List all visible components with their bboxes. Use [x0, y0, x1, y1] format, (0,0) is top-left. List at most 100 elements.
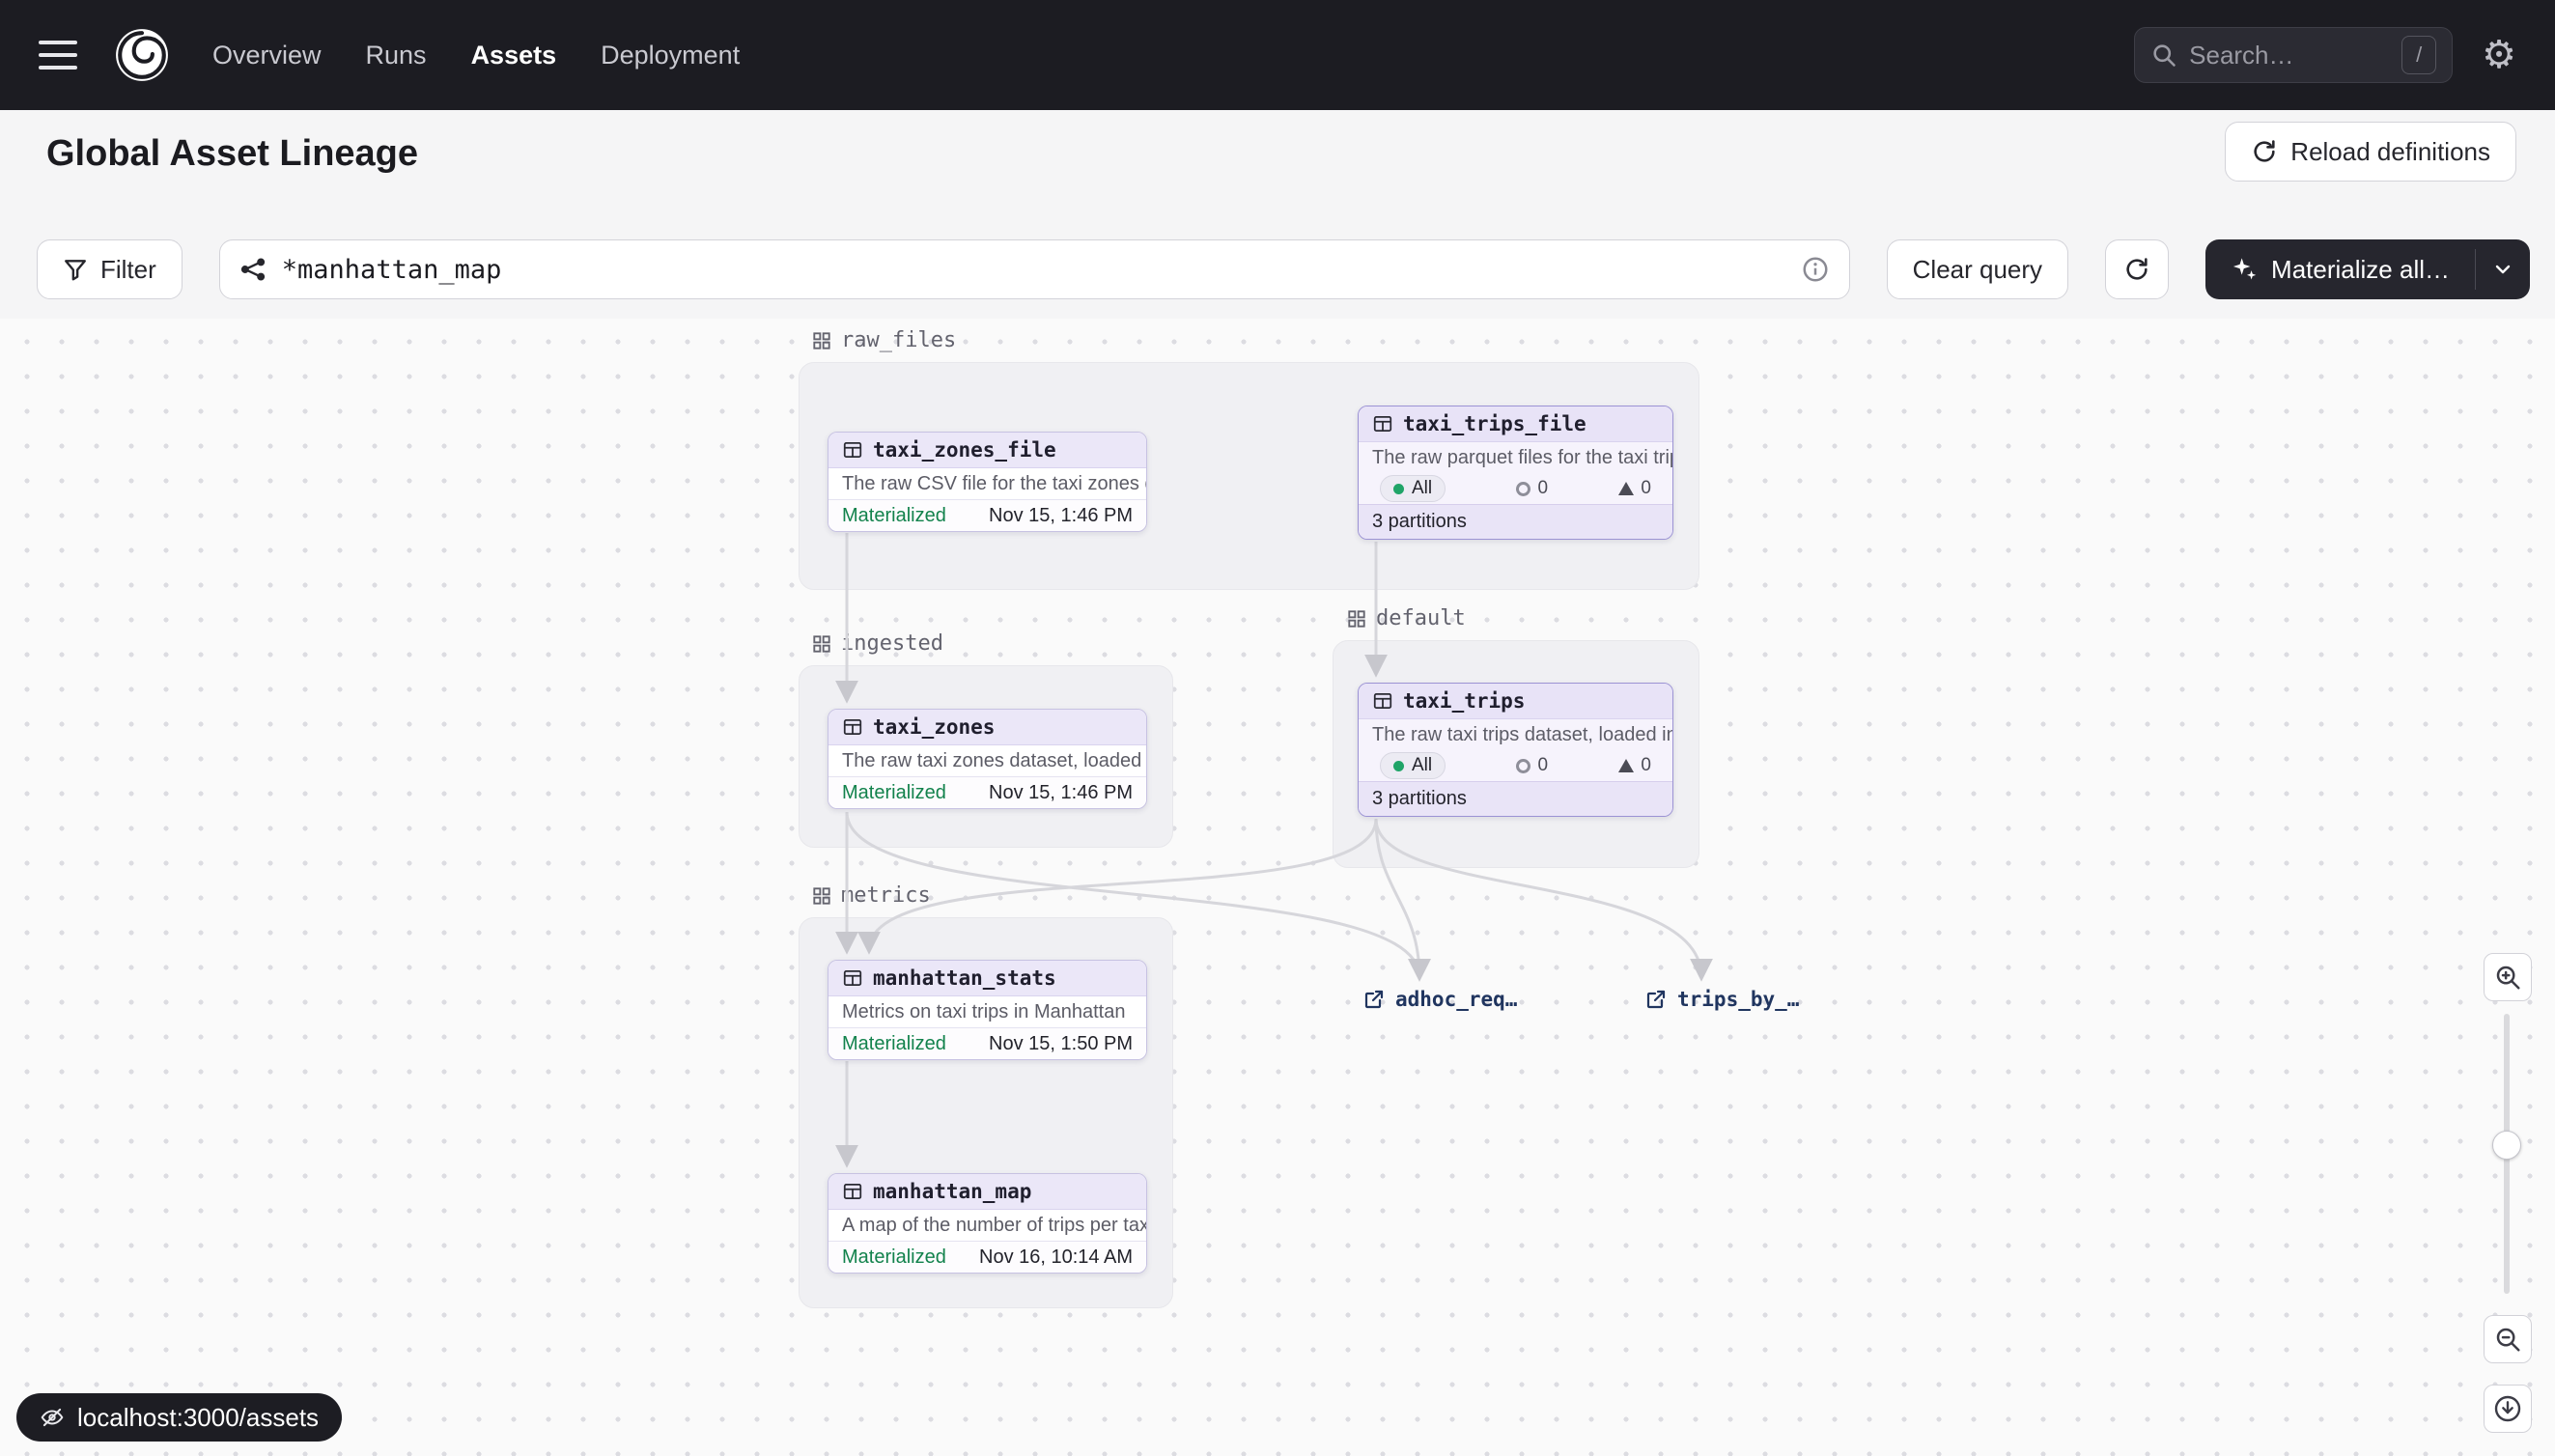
group-name: ingested — [841, 631, 943, 656]
settings-gear-icon[interactable]: ⚙ — [2482, 36, 2516, 74]
asset-description: The raw taxi zones dataset, loaded int… — [828, 745, 1146, 776]
nav-item-assets[interactable]: Assets — [471, 41, 557, 70]
clear-query-button[interactable]: Clear query — [1887, 239, 2068, 299]
asset-group-icon — [811, 633, 832, 655]
materialized-status: Materialized — [842, 782, 946, 804]
lineage-canvas[interactable]: raw_files ingested default metrics — [0, 319, 2555, 1456]
refresh-button[interactable] — [2105, 239, 2169, 299]
asset-name: taxi_zones — [873, 715, 995, 739]
materialized-timestamp: Nov 16, 10:14 AM — [979, 1246, 1133, 1269]
partitions-count-footer: 3 partitions — [1359, 504, 1672, 539]
asset-node-header: taxi_trips — [1359, 684, 1672, 719]
partition-failed-count: 0 — [1618, 478, 1651, 499]
partition-failed-icon — [1618, 482, 1634, 495]
partition-health-row: All 0 0 — [1359, 750, 1672, 781]
reload-definitions-button[interactable]: Reload definitions — [2225, 122, 2516, 182]
dagster-logo[interactable] — [114, 27, 170, 83]
group-label-metrics[interactable]: metrics — [811, 883, 931, 908]
asset-footer: Materialized Nov 15, 1:50 PM — [828, 1027, 1146, 1059]
group-name: metrics — [841, 883, 931, 908]
nav-item-runs[interactable]: Runs — [366, 41, 427, 70]
materialized-status: Materialized — [842, 1033, 946, 1055]
partition-all-label: All — [1412, 755, 1432, 776]
group-name: default — [1376, 606, 1466, 630]
asset-group-icon — [811, 330, 832, 351]
materialize-all-button[interactable]: Materialize all… — [2205, 239, 2475, 299]
info-icon[interactable] — [1801, 255, 1830, 284]
asset-node-manhattan-stats[interactable]: manhattan_stats Metrics on taxi trips in… — [828, 960, 1147, 1060]
zoom-in-button[interactable] — [2484, 953, 2532, 1001]
asset-node-header: manhattan_stats — [828, 961, 1146, 996]
materialized-timestamp: Nov 15, 1:50 PM — [989, 1033, 1133, 1055]
partition-failed-count: 0 — [1618, 755, 1651, 776]
asset-description: The raw taxi trips dataset, loaded into … — [1359, 719, 1672, 750]
asset-footer: Materialized Nov 15, 1:46 PM — [828, 776, 1146, 808]
materialized-status: Materialized — [842, 505, 946, 527]
asset-description: The raw CSV file for the taxi zones dat… — [828, 468, 1146, 499]
menu-icon[interactable] — [39, 41, 77, 70]
materialized-status: Materialized — [842, 1246, 946, 1269]
partition-missing-icon — [1516, 482, 1530, 496]
partition-all-label: All — [1412, 478, 1432, 499]
group-label-raw-files[interactable]: raw_files — [811, 328, 956, 352]
asset-node-taxi-trips[interactable]: taxi_trips The raw taxi trips dataset, l… — [1358, 683, 1673, 817]
asset-node-taxi-trips-file[interactable]: taxi_trips_file The raw parquet files fo… — [1358, 406, 1673, 540]
asset-description: Metrics on taxi trips in Manhattan — [828, 996, 1146, 1027]
page-title: Global Asset Lineage — [46, 133, 418, 175]
asset-name: taxi_zones_file — [873, 438, 1056, 462]
asset-group-icon — [811, 885, 832, 907]
external-asset-adhoc-request[interactable]: adhoc_req… — [1362, 983, 1517, 1016]
asset-node-header: taxi_trips_file — [1359, 406, 1672, 442]
filter-button-label: Filter — [100, 255, 156, 285]
group-label-ingested[interactable]: ingested — [811, 631, 943, 656]
partition-missing-count: 0 — [1516, 478, 1548, 499]
export-view-button[interactable] — [2484, 1385, 2532, 1433]
group-label-default[interactable]: default — [1346, 606, 1466, 630]
search-shortcut-key: / — [2401, 36, 2436, 74]
eye-slash-icon — [40, 1405, 65, 1430]
table-icon — [842, 1181, 863, 1202]
browser-status-url: localhost:3000/assets — [16, 1393, 342, 1442]
nav-item-deployment[interactable]: Deployment — [601, 41, 740, 70]
download-icon — [2492, 1393, 2523, 1424]
sparkle-icon — [2231, 256, 2258, 283]
asset-node-taxi-zones-file[interactable]: taxi_zones_file The raw CSV file for the… — [828, 432, 1147, 532]
global-search[interactable]: / — [2134, 27, 2453, 83]
asset-name: taxi_trips_file — [1403, 412, 1586, 435]
group-name: raw_files — [841, 328, 956, 352]
asset-name: taxi_trips — [1403, 689, 1525, 713]
asset-footer: Materialized Nov 15, 1:46 PM — [828, 499, 1146, 531]
zoom-out-button[interactable] — [2484, 1315, 2532, 1363]
asset-selection-input[interactable] — [219, 239, 1850, 299]
asset-footer: Materialized Nov 16, 10:14 AM — [828, 1241, 1146, 1273]
clear-query-label: Clear query — [1913, 255, 2042, 285]
partition-missing-count: 0 — [1516, 755, 1548, 776]
nav-item-overview[interactable]: Overview — [212, 41, 322, 70]
table-icon — [1372, 413, 1393, 434]
asset-query-input[interactable] — [282, 255, 1785, 285]
filter-icon — [63, 257, 88, 282]
materialize-all-label: Materialize all… — [2271, 255, 2450, 285]
search-input[interactable] — [2189, 41, 2390, 70]
zoom-out-icon — [2493, 1325, 2522, 1354]
materialized-dot-icon — [1393, 761, 1404, 771]
external-asset-trips-by[interactable]: trips_by_… — [1644, 983, 1799, 1016]
primary-nav: Overview Runs Assets Deployment — [212, 41, 740, 70]
asset-node-header: taxi_zones — [828, 710, 1146, 745]
partition-health-row: All 0 0 — [1359, 473, 1672, 504]
asset-node-manhattan-map[interactable]: manhattan_map A map of the number of tri… — [828, 1173, 1147, 1274]
materialized-dot-icon — [1393, 484, 1404, 494]
partition-all-badge: All — [1380, 752, 1446, 779]
materialize-all-split-button: Materialize all… — [2205, 239, 2530, 299]
materialized-timestamp: Nov 15, 1:46 PM — [989, 782, 1133, 804]
asset-node-taxi-zones[interactable]: taxi_zones The raw taxi zones dataset, l… — [828, 709, 1147, 809]
zoom-slider-handle[interactable] — [2492, 1131, 2521, 1160]
partition-failed-icon — [1618, 759, 1634, 772]
external-link-icon — [1644, 988, 1668, 1011]
asset-graph-icon — [239, 256, 267, 283]
top-navbar: Overview Runs Assets Deployment / ⚙ — [0, 0, 2555, 110]
filter-button[interactable]: Filter — [37, 239, 182, 299]
asset-name: manhattan_stats — [873, 966, 1056, 990]
materialize-dropdown-button[interactable] — [2476, 239, 2530, 299]
partition-all-badge: All — [1380, 475, 1446, 502]
